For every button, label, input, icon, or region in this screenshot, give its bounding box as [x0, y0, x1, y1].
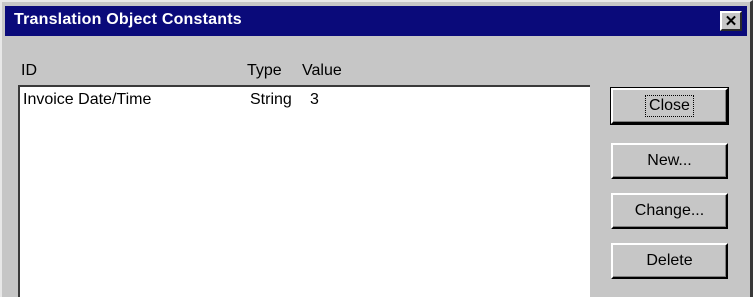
new-button[interactable]: New...	[611, 143, 728, 179]
close-icon: ✕	[724, 12, 738, 30]
new-button-label: New...	[647, 152, 692, 169]
close-button-label: Close	[645, 95, 694, 117]
cell-value: 3	[310, 91, 319, 108]
cell-id: Invoice Date/Time	[23, 91, 152, 108]
delete-button-label: Delete	[646, 252, 693, 269]
cell-type: String	[250, 91, 292, 108]
translation-object-constants-dialog: Translation Object Constants ✕ ID Type V…	[0, 0, 753, 297]
change-button-label: Change...	[634, 202, 705, 219]
column-header-type[interactable]: Type	[247, 62, 282, 80]
close-window-button[interactable]: ✕	[720, 11, 742, 31]
title-bar: Translation Object Constants ✕	[5, 6, 747, 36]
change-button[interactable]: Change...	[611, 193, 728, 229]
column-header-id[interactable]: ID	[21, 62, 37, 80]
close-button[interactable]: Close	[610, 87, 729, 125]
column-header-value[interactable]: Value	[302, 62, 342, 80]
list-item[interactable]: Invoice Date/Time String 3	[20, 91, 590, 113]
window-title: Translation Object Constants	[14, 11, 242, 28]
constants-list[interactable]: Invoice Date/Time String 3	[18, 85, 590, 297]
delete-button[interactable]: Delete	[611, 243, 728, 279]
